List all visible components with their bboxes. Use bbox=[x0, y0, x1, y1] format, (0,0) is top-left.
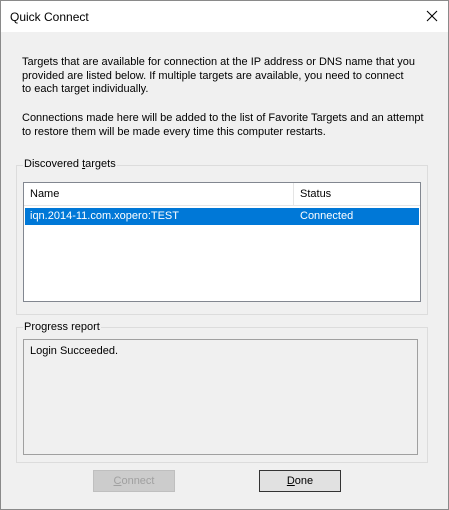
done-button[interactable]: Done bbox=[259, 470, 341, 492]
close-button[interactable] bbox=[416, 1, 448, 31]
column-header-name[interactable]: Name bbox=[24, 183, 294, 205]
button-hotkey: D bbox=[286, 475, 295, 487]
quick-connect-dialog: Quick Connect Targets that are available… bbox=[0, 0, 449, 510]
title-bar: Quick Connect bbox=[1, 1, 448, 32]
connect-button[interactable]: Connect bbox=[93, 470, 175, 492]
button-label: one bbox=[294, 475, 314, 487]
intro-line: provided are listed below. If multiple t… bbox=[22, 69, 404, 82]
discovered-targets-label: Discovered targets bbox=[23, 158, 117, 170]
column-header-status[interactable]: Status bbox=[294, 183, 420, 205]
list-header: Name Status bbox=[24, 183, 420, 206]
progress-report-label: Progress report bbox=[23, 321, 101, 333]
intro-paragraph-2: Connections made here will be added to t… bbox=[22, 112, 432, 139]
intro-line: to each target individually. bbox=[22, 83, 149, 95]
label-text: argets bbox=[85, 158, 116, 170]
window-title: Quick Connect bbox=[10, 10, 89, 24]
label-text: Discovered bbox=[24, 158, 83, 170]
button-label: onnect bbox=[121, 475, 155, 487]
progress-text: Login Succeeded. bbox=[30, 345, 119, 357]
target-status: Connected bbox=[300, 210, 354, 222]
target-name: iqn.2014-11.com.xopero:TEST bbox=[30, 210, 179, 222]
table-row[interactable]: iqn.2014-11.com.xopero:TEST Connected bbox=[25, 208, 419, 225]
intro-paragraph-1: Targets that are available for connectio… bbox=[22, 56, 432, 97]
progress-report-box[interactable]: Login Succeeded. bbox=[23, 339, 418, 455]
targets-list[interactable]: Name Status iqn.2014-11.com.xopero:TEST … bbox=[23, 182, 421, 302]
intro-line: Connections made here will be added to t… bbox=[22, 112, 424, 124]
close-icon bbox=[426, 10, 438, 22]
intro-line: Targets that are available for connectio… bbox=[22, 56, 415, 68]
intro-line: to restore them will be made every time … bbox=[22, 125, 326, 138]
